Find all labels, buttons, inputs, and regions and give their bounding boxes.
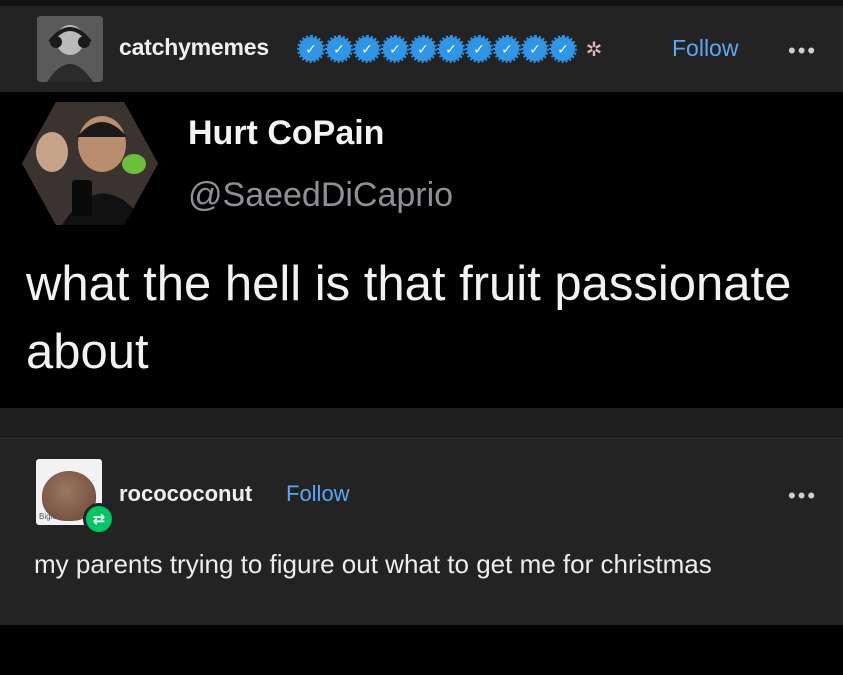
reblog-username[interactable]: rocococonut bbox=[119, 481, 252, 507]
bottom-bar bbox=[0, 625, 843, 675]
follow-button[interactable]: Follow bbox=[672, 35, 738, 62]
post-header: catchymemes ✓ ✓ ✓ ✓ ✓ ✓ ✓ ✓ ✓ ✓ ✲ Follow ••• bbox=[0, 6, 843, 92]
tweet-handle: @SaeedDiCaprio bbox=[188, 176, 454, 214]
reblog-more-options-icon[interactable]: ••• bbox=[788, 485, 817, 507]
tweet-avatar-image bbox=[22, 102, 158, 225]
post-username[interactable]: catchymemes bbox=[119, 34, 269, 61]
verified-check-icon: ✓ bbox=[381, 35, 409, 63]
verified-check-icon: ✓ bbox=[353, 35, 381, 63]
avatar-caption: Biglet bbox=[39, 512, 60, 521]
reblog-text: my parents trying to figure out what to … bbox=[34, 549, 712, 579]
verified-check-icon: ✓ bbox=[549, 35, 577, 63]
reblog-follow-button[interactable]: Follow bbox=[286, 481, 350, 507]
verified-check-icon: ✓ bbox=[493, 35, 521, 63]
avatar-image bbox=[37, 16, 103, 82]
verified-check-icon: ✓ bbox=[437, 35, 465, 63]
verified-check-icon: ✓ bbox=[325, 35, 353, 63]
crab-icon: ✲ bbox=[585, 38, 603, 61]
reblog-section: Biglet ⇄ rocococonut Follow ••• my paren… bbox=[0, 439, 843, 625]
reblog-icon: ⇄ bbox=[83, 503, 115, 535]
verified-check-icon: ✓ bbox=[465, 35, 493, 63]
verified-check-icon: ✓ bbox=[409, 35, 437, 63]
user-avatar[interactable] bbox=[37, 16, 103, 82]
verified-check-icon: ✓ bbox=[521, 35, 549, 63]
tweet-text: what the hell is that fruit passionate a… bbox=[26, 257, 792, 379]
tweet-display-name: Hurt CoPain bbox=[188, 114, 385, 152]
verified-badges: ✓ ✓ ✓ ✓ ✓ ✓ ✓ ✓ ✓ ✓ ✲ bbox=[297, 35, 607, 63]
embedded-tweet: Hurt CoPain @SaeedDiCaprio what the hell… bbox=[0, 92, 843, 408]
verified-check-icon: ✓ bbox=[297, 35, 325, 63]
section-divider bbox=[0, 408, 843, 439]
more-options-icon[interactable]: ••• bbox=[788, 40, 817, 62]
tweet-avatar bbox=[22, 102, 158, 225]
